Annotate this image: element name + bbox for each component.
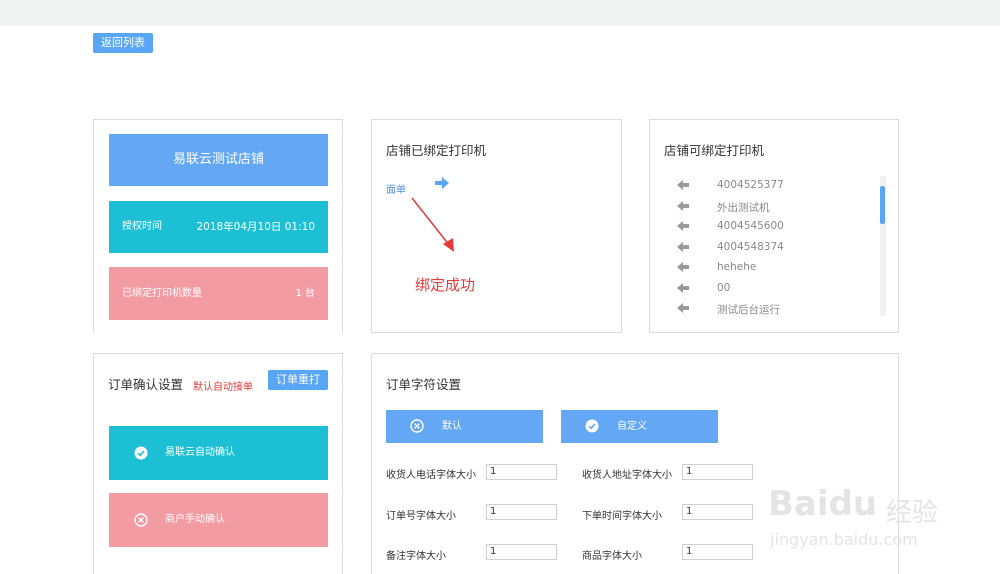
printer-name: 4004545600 bbox=[717, 220, 784, 232]
watermark-cn: 经验 bbox=[886, 498, 939, 528]
default-mode-label: 默认 bbox=[442, 421, 462, 432]
shop-info-panel: 易联云测试店铺 授权时间 2018年04月10日 01:10 已绑定打印机数量 … bbox=[93, 119, 343, 333]
baidu-watermark: Baidu 经验 jingyan.baidu.com bbox=[768, 480, 958, 570]
available-printers-title: 店铺可绑定打印机 bbox=[664, 143, 765, 158]
bind-arrow-icon[interactable] bbox=[677, 303, 689, 313]
bind-arrow-icon[interactable] bbox=[677, 221, 689, 231]
auth-time-box: 授权时间 2018年04月10日 01:10 bbox=[109, 201, 328, 253]
available-printer-list: 4004525377 外出测试机 4004545600 4004548374 h… bbox=[650, 176, 900, 320]
manual-confirm-label: 商户手动确认 bbox=[165, 514, 225, 525]
order-no-font-size-label: 订单号字体大小 bbox=[386, 511, 456, 522]
printer-name: 4004525377 bbox=[717, 179, 784, 191]
printer-row[interactable]: hehehe bbox=[650, 258, 880, 278]
phone-font-size-input[interactable]: 1 bbox=[486, 464, 557, 480]
bound-printers-title: 店铺已绑定打印机 bbox=[386, 143, 487, 158]
unbind-arrow-icon[interactable] bbox=[435, 177, 449, 189]
shop-name: 易联云测试店铺 bbox=[109, 134, 328, 186]
check-circle-icon bbox=[134, 446, 148, 460]
printer-row[interactable]: 测试后台运行 bbox=[650, 299, 880, 319]
bind-arrow-icon[interactable] bbox=[677, 180, 689, 190]
custom-mode-label: 自定义 bbox=[617, 421, 647, 432]
printer-list-scrollbar-thumb[interactable] bbox=[880, 186, 885, 224]
close-circle-icon bbox=[410, 419, 424, 433]
printer-name: 外出测试机 bbox=[717, 201, 770, 214]
address-font-size-input[interactable]: 1 bbox=[682, 464, 753, 480]
printer-name: hehehe bbox=[717, 261, 757, 273]
printer-row[interactable]: 00 bbox=[650, 279, 880, 299]
order-time-font-size-input[interactable]: 1 bbox=[682, 504, 753, 520]
default-mode-button[interactable]: 默认 bbox=[386, 410, 543, 443]
printer-row[interactable]: 4004525377 bbox=[650, 176, 880, 196]
remark-font-size-label: 备注字体大小 bbox=[386, 551, 446, 562]
auto-confirm-label: 易联云自动确认 bbox=[165, 447, 235, 458]
manual-confirm-option[interactable]: 商户手动确认 bbox=[109, 493, 328, 547]
address-font-size-label: 收货人地址字体大小 bbox=[582, 470, 672, 481]
close-circle-icon bbox=[134, 513, 148, 527]
bind-arrow-icon[interactable] bbox=[677, 241, 689, 252]
auth-time-label: 授权时间 bbox=[122, 221, 162, 232]
order-char-title: 订单字符设置 bbox=[386, 377, 462, 392]
order-no-font-size-input[interactable]: 1 bbox=[486, 504, 557, 520]
order-confirm-panel: 订单确认设置 默认自动接单 订单重打 易联云自动确认 商户手动确认 bbox=[93, 353, 343, 574]
printer-name: 4004548374 bbox=[717, 240, 784, 253]
phone-font-size-label: 收货人电话字体大小 bbox=[386, 470, 476, 481]
auto-confirm-option[interactable]: 易联云自动确认 bbox=[109, 426, 328, 480]
bound-count-box: 已绑定打印机数量 1 台 bbox=[109, 267, 328, 320]
bind-arrow-icon[interactable] bbox=[677, 200, 689, 211]
bound-count-value: 1 台 bbox=[295, 288, 315, 299]
top-bar bbox=[0, 0, 1000, 26]
bound-printers-panel: 店铺已绑定打印机 面单 绑定成功 bbox=[371, 119, 622, 333]
annotation-arrow-icon bbox=[411, 197, 454, 252]
custom-mode-button[interactable]: 自定义 bbox=[561, 410, 718, 443]
auth-time-value: 2018年04月10日 01:10 bbox=[196, 221, 315, 233]
watermark-brand: Baidu bbox=[768, 484, 878, 524]
bind-success-text: 绑定成功 bbox=[415, 276, 476, 294]
product-font-size-label: 商品字体大小 bbox=[582, 551, 642, 562]
printer-row[interactable]: 4004545600 bbox=[650, 217, 880, 237]
order-confirm-hint: 默认自动接单 bbox=[193, 382, 253, 393]
bound-count-label: 已绑定打印机数量 bbox=[122, 288, 202, 299]
order-reprint-button[interactable]: 订单重打 bbox=[268, 370, 328, 390]
back-to-list-button[interactable]: 返回列表 bbox=[93, 33, 153, 53]
bind-arrow-icon[interactable] bbox=[677, 262, 689, 272]
bound-printer-item[interactable]: 面单 bbox=[386, 181, 406, 196]
printer-name: 测试后台运行 bbox=[717, 304, 780, 316]
order-time-font-size-label: 下单时间字体大小 bbox=[582, 511, 662, 522]
printer-row[interactable]: 外出测试机 bbox=[650, 197, 880, 217]
product-font-size-input[interactable]: 1 bbox=[682, 544, 753, 560]
watermark-url: jingyan.baidu.com bbox=[770, 530, 918, 549]
printer-name: 00 bbox=[717, 281, 731, 294]
printer-row[interactable]: 4004548374 bbox=[650, 238, 880, 258]
remark-font-size-input[interactable]: 1 bbox=[486, 544, 557, 560]
bind-arrow-icon[interactable] bbox=[677, 282, 689, 293]
order-confirm-title: 订单确认设置 bbox=[108, 377, 184, 392]
available-printers-panel: 店铺可绑定打印机 4004525377 外出测试机 4004545600 400… bbox=[649, 119, 899, 333]
check-circle-icon bbox=[585, 419, 599, 433]
